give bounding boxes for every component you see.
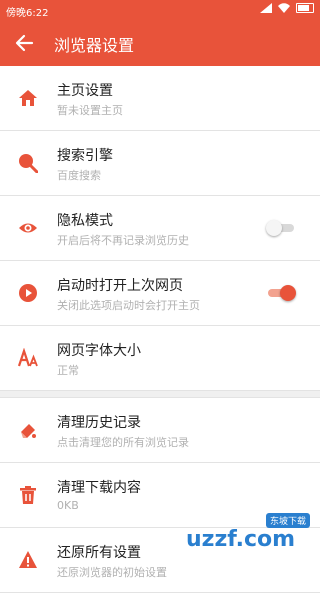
privacy-mode-toggle[interactable] — [266, 220, 296, 236]
setting-title: 启动时打开上次网页 — [57, 278, 183, 294]
setting-homepage[interactable]: 主页设置 暂未设置主页 — [0, 66, 320, 131]
open-last-page-toggle[interactable] — [266, 285, 296, 301]
setting-subtitle: 还原浏览器的初始设置 — [57, 566, 167, 579]
site-watermark: uzzf.com 东坡下载 — [146, 513, 316, 563]
section-divider — [0, 390, 320, 398]
status-bar: 傍晚6:22 — [0, 0, 320, 20]
watermark-text: uzzf.com — [186, 527, 296, 552]
setting-font-size[interactable]: 网页字体大小 正常 — [0, 326, 320, 391]
setting-open-last-page[interactable]: 启动时打开上次网页 关闭此选项启动时会打开主页 — [0, 261, 320, 326]
app-toolbar: 浏览器设置 — [0, 20, 320, 66]
search-icon — [19, 154, 38, 173]
setting-privacy-mode[interactable]: 隐私模式 开启后将不再记录浏览历史 — [0, 196, 320, 261]
setting-subtitle: 暂未设置主页 — [57, 104, 123, 117]
setting-title: 搜索引擎 — [57, 148, 113, 164]
setting-search-engine[interactable]: 搜索引擎 百度搜索 — [0, 131, 320, 196]
toggle-knob — [266, 220, 282, 236]
setting-title: 网页字体大小 — [57, 343, 141, 359]
setting-subtitle: 点击清理您的所有浏览记录 — [57, 436, 189, 449]
page-title: 浏览器设置 — [54, 36, 135, 55]
setting-title: 主页设置 — [57, 83, 113, 99]
trash-icon — [20, 486, 36, 504]
toggle-knob — [280, 285, 296, 301]
setting-title: 清理下载内容 — [57, 480, 141, 496]
home-icon — [19, 90, 37, 106]
setting-subtitle: 关闭此选项启动时会打开主页 — [57, 299, 200, 312]
setting-subtitle: 开启后将不再记录浏览历史 — [57, 234, 189, 247]
setting-title: 还原所有设置 — [57, 545, 141, 561]
setting-subtitle: 百度搜索 — [57, 169, 101, 182]
wifi-icon — [278, 3, 290, 13]
status-time: 傍晚6:22 — [6, 8, 49, 19]
eraser-icon — [21, 424, 36, 438]
warning-icon — [19, 551, 37, 568]
watermark-badge: 东坡下载 — [265, 513, 310, 528]
back-arrow-icon[interactable] — [14, 33, 34, 53]
status-icons — [260, 3, 314, 13]
play-icon — [19, 284, 37, 302]
signal-icon — [260, 3, 272, 13]
eye-icon — [19, 223, 37, 233]
font-size-icon — [18, 348, 38, 367]
setting-subtitle: 0KB — [57, 499, 79, 512]
battery-icon — [296, 3, 314, 13]
setting-title: 隐私模式 — [57, 213, 113, 229]
setting-subtitle: 正常 — [57, 364, 79, 377]
setting-title: 清理历史记录 — [57, 415, 141, 431]
setting-clear-history[interactable]: 清理历史记录 点击清理您的所有浏览记录 — [0, 398, 320, 463]
